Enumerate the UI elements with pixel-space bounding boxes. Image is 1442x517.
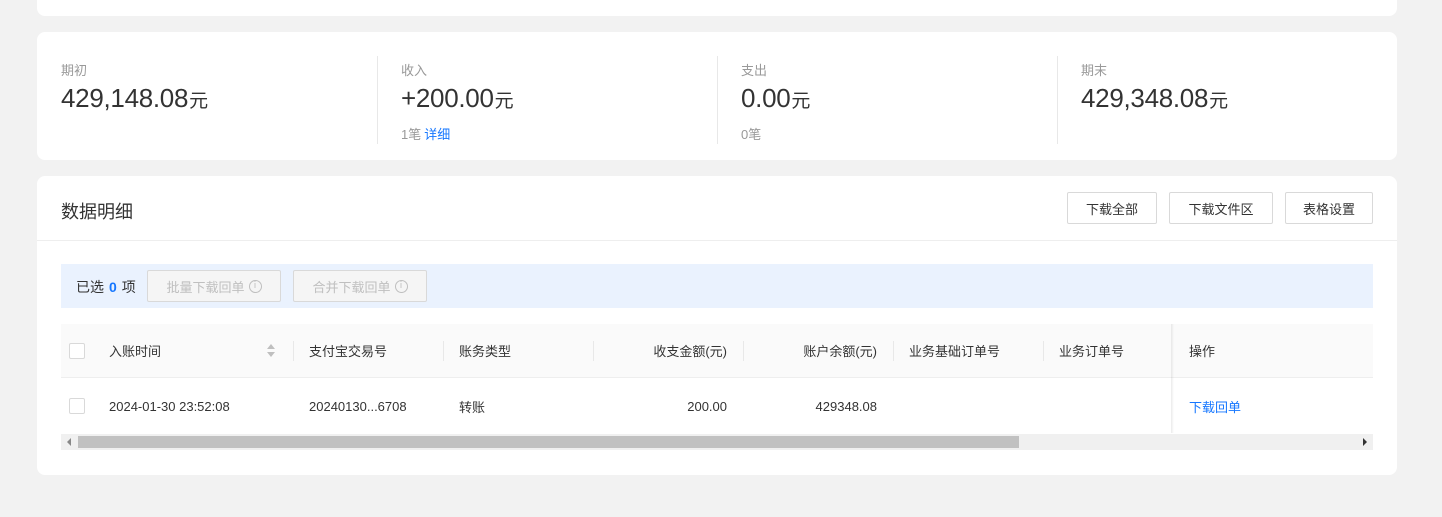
selection-count: 已选 0 项 [76,279,136,295]
closing-label: 期末 [1081,63,1108,78]
expense-stat: 支出 0.00元 0笔 [717,56,1057,144]
cell-balance: 429348.08 [815,399,877,414]
closing-value: 429,348.08元 [1081,83,1228,113]
table-row: 2024-01-30 23:52:08 20240130...6708 转账 2… [61,379,1373,434]
expense-label: 支出 [741,63,768,78]
col-divider [1043,341,1044,361]
info-icon: i [248,279,262,293]
closing-balance-stat: 期末 429,348.08元 [1057,56,1397,144]
col-balance: 账户余额(元) [803,344,877,359]
download-all-button[interactable]: 下载全部 [1067,192,1157,224]
col-divider [893,341,894,361]
download-area-button[interactable]: 下载文件区 [1169,192,1273,224]
cell-time: 2024-01-30 23:52:08 [109,399,230,414]
cell-amount: 200.00 [687,399,727,414]
income-label: 收入 [401,63,428,78]
opening-label: 期初 [61,63,88,78]
col-order: 业务订单号 [1059,344,1125,359]
divider [37,240,1397,241]
table-settings-button[interactable]: 表格设置 [1285,192,1373,224]
select-all-checkbox[interactable] [69,343,85,359]
divider [1057,56,1058,144]
col-divider [293,341,294,361]
fixed-column-shadow [1171,324,1174,433]
top-card [37,0,1397,16]
col-trade-no: 支付宝交易号 [309,344,388,359]
scrollbar-thumb[interactable] [78,436,1019,448]
table-header: 入账时间 支付宝交易号 账务类型 收支金额(元) 账户余额(元) 业务基础订单号… [61,324,1373,378]
col-type: 账务类型 [459,344,512,359]
summary-card: 期初 429,148.08元 收入 +200.00元 1笔 详细 支出 0.00元… [37,32,1397,160]
income-detail-link[interactable]: 详细 [424,127,450,142]
selection-bar: 已选 0 项 批量下载回单 i 合并下载回单 i [61,264,1373,308]
opening-balance-stat: 期初 429,148.08元 [61,56,401,144]
horizontal-scrollbar[interactable] [61,434,1373,450]
income-count: 1笔 详细 [401,127,451,142]
scroll-right-arrow-icon[interactable] [1357,434,1373,450]
row-checkbox[interactable] [69,398,85,414]
merge-download-button[interactable]: 合并下载回单 i [293,270,427,302]
expense-value: 0.00元 [741,83,811,113]
divider [717,56,718,144]
col-amount: 收支金额(元) [653,344,727,359]
col-base-order: 业务基础订单号 [909,344,1001,359]
detail-title: 数据明细 [61,202,133,222]
expense-count: 0笔 [741,127,762,142]
batch-download-button[interactable]: 批量下载回单 i [147,270,281,302]
scroll-left-arrow-icon[interactable] [61,434,77,450]
download-receipt-link[interactable]: 下载回单 [1189,379,1241,434]
col-divider [443,341,444,361]
cell-trade-no: 20240130...6708 [309,399,407,414]
sort-icon[interactable] [267,344,275,358]
cell-type: 转账 [459,400,486,415]
income-value: +200.00元 [401,83,514,113]
income-stat: 收入 +200.00元 1笔 详细 [377,56,717,144]
opening-value: 429,148.08元 [61,83,208,113]
col-time[interactable]: 入账时间 [109,324,161,377]
info-icon: i [394,279,408,293]
divider [377,56,378,144]
col-action: 操作 [1189,344,1216,359]
detail-card: 数据明细 下载全部 下载文件区 表格设置 已选 0 项 批量下载回单 i 合并下载回单… [37,176,1397,475]
